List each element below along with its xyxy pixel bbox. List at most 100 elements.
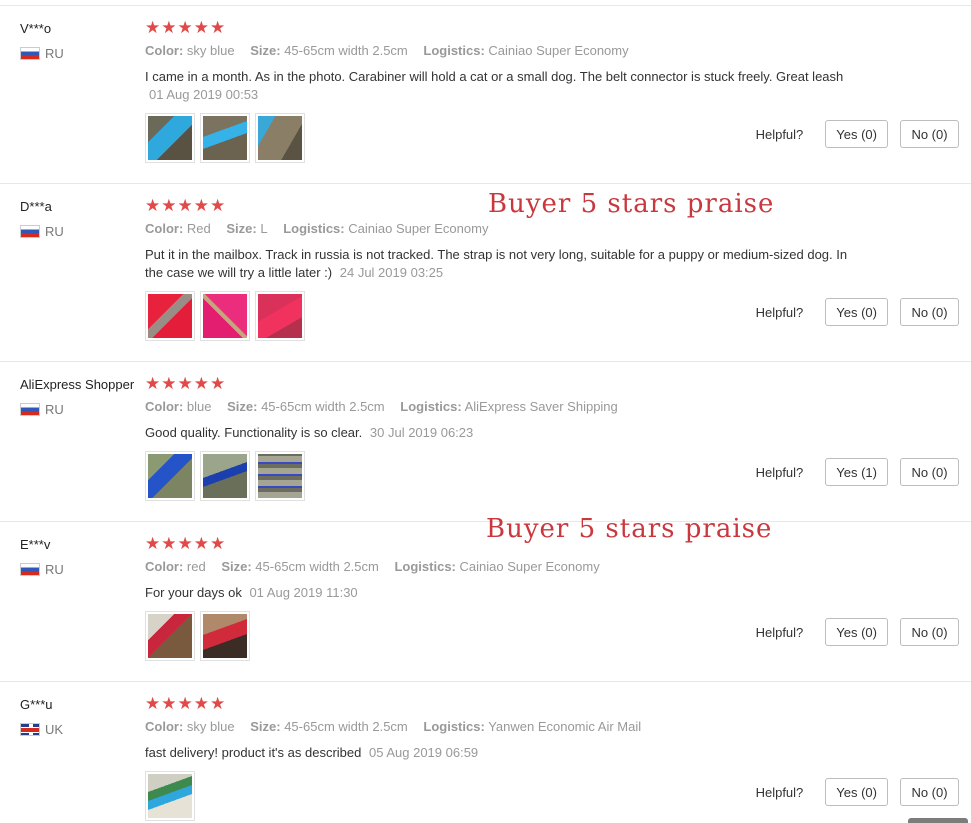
review-photo[interactable]: [200, 291, 250, 341]
review-date: 01 Aug 2019 00:53: [149, 87, 259, 102]
review-text: I came in a month. As in the photo. Cara…: [145, 68, 855, 104]
photo-list: [145, 771, 195, 821]
country-code: RU: [45, 224, 64, 239]
flag-uk-icon: [20, 723, 40, 736]
reviewer-country: RU: [20, 224, 64, 239]
review-photo[interactable]: [145, 291, 195, 341]
review-item: G***u UK ★★★★★ Color: sky blue Size: 45-…: [0, 682, 971, 823]
review-photo[interactable]: [255, 291, 305, 341]
color-value: Red: [186, 221, 211, 236]
helpful-controls: Helpful? Yes (0) No (0): [756, 778, 959, 806]
size-key: Size:: [250, 43, 281, 58]
reviewer-name: G***u: [20, 697, 53, 712]
review-photo[interactable]: [145, 113, 195, 163]
helpful-controls: Helpful? Yes (0) No (0): [756, 298, 959, 326]
review-photo[interactable]: [200, 611, 250, 661]
flag-russia-icon: [20, 563, 40, 576]
review-photo[interactable]: [200, 451, 250, 501]
logistics-key: Logistics:: [423, 719, 485, 734]
helpful-no-button[interactable]: No (0): [900, 120, 959, 148]
flag-russia-icon: [20, 47, 40, 60]
helpful-yes-button[interactable]: Yes (0): [825, 120, 888, 148]
helpful-label: Helpful?: [755, 464, 804, 480]
country-code: RU: [45, 46, 64, 61]
reviewer-country: UK: [20, 722, 63, 737]
color-key: Color:: [145, 399, 184, 414]
logistics-value: AliExpress Saver Shipping: [464, 399, 618, 414]
logistics-value: Cainiao Super Economy: [348, 221, 489, 236]
bottom-control-edge[interactable]: [908, 818, 968, 823]
helpful-no-button[interactable]: No (0): [900, 298, 959, 326]
review-date: 01 Aug 2019 11:30: [249, 585, 358, 600]
review-date: 05 Aug 2019 06:59: [369, 745, 479, 760]
size-value: 45-65cm width 2.5cm: [284, 43, 408, 58]
review-item: V***o RU ★★★★★ Color: sky blue Size: 45-…: [0, 6, 971, 184]
review-photo[interactable]: [255, 113, 305, 163]
review-date: 30 Jul 2019 06:23: [369, 425, 474, 440]
size-value: L: [260, 221, 268, 236]
review-photo[interactable]: [200, 113, 250, 163]
reviewer-country: RU: [20, 402, 64, 417]
helpful-yes-button[interactable]: Yes (0): [825, 618, 888, 646]
helpful-label: Helpful?: [755, 624, 804, 640]
size-key: Size:: [227, 399, 258, 414]
size-value: 45-65cm width 2.5cm: [284, 719, 408, 734]
size-value: 45-65cm width 2.5cm: [261, 399, 385, 414]
flag-russia-icon: [20, 225, 40, 238]
country-code: RU: [45, 562, 64, 577]
color-key: Color:: [145, 43, 184, 58]
size-key: Size:: [221, 559, 252, 574]
photo-list: [145, 451, 305, 501]
helpful-label: Helpful?: [755, 304, 804, 320]
review-text: fast delivery! product it's as described…: [145, 744, 855, 762]
helpful-controls: Helpful? Yes (0) No (0): [756, 618, 959, 646]
order-attributes: Color: sky blue Size: 45-65cm width 2.5c…: [145, 719, 653, 734]
review-photo[interactable]: [145, 771, 195, 821]
photo-list: [145, 291, 305, 341]
review-photo[interactable]: [145, 451, 195, 501]
helpful-label: Helpful?: [755, 784, 804, 800]
color-key: Color:: [145, 221, 184, 236]
review-photo[interactable]: [145, 611, 195, 661]
review-body: Good quality. Functionality is so clear.: [145, 425, 363, 440]
helpful-no-button[interactable]: No (0): [900, 458, 959, 486]
order-attributes: Color: Red Size: L Logistics: Cainiao Su…: [145, 221, 500, 236]
logistics-value: Yanwen Economic Air Mail: [488, 719, 642, 734]
review-item: D***a RU ★★★★★ Color: Red Size: L Logist…: [0, 184, 971, 362]
size-value: 45-65cm width 2.5cm: [255, 559, 379, 574]
praise-watermark: Buyer 5 stars praise: [486, 514, 773, 544]
review-text: Good quality. Functionality is so clear.…: [145, 424, 855, 442]
helpful-yes-button[interactable]: Yes (0): [825, 298, 888, 326]
color-key: Color:: [145, 559, 184, 574]
order-attributes: Color: sky blue Size: 45-65cm width 2.5c…: [145, 43, 641, 58]
review-item: AliExpress Shopper RU ★★★★★ Color: blue …: [0, 362, 971, 522]
helpful-no-button[interactable]: No (0): [900, 778, 959, 806]
star-rating: ★★★★★: [145, 534, 227, 553]
helpful-label: Helpful?: [755, 126, 804, 142]
review-photo[interactable]: [255, 451, 305, 501]
color-key: Color:: [145, 719, 184, 734]
star-rating: ★★★★★: [145, 196, 227, 215]
helpful-controls: Helpful? Yes (1) No (0): [756, 458, 959, 486]
review-body: For your days ok: [145, 585, 242, 600]
reviewer-country: RU: [20, 46, 64, 61]
helpful-controls: Helpful? Yes (0) No (0): [756, 120, 959, 148]
helpful-yes-button[interactable]: Yes (0): [825, 778, 888, 806]
logistics-key: Logistics:: [283, 221, 345, 236]
photo-list: [145, 113, 305, 163]
review-body: Put it in the mailbox. Track in russia i…: [145, 247, 848, 280]
size-key: Size:: [226, 221, 257, 236]
praise-watermark: Buyer 5 stars praise: [488, 189, 775, 219]
review-item: E***v RU ★★★★★ Color: red Size: 45-65cm …: [0, 522, 971, 682]
review-body: I came in a month. As in the photo. Cara…: [145, 69, 844, 84]
helpful-no-button[interactable]: No (0): [900, 618, 959, 646]
logistics-key: Logistics:: [400, 399, 462, 414]
photo-list: [145, 611, 250, 661]
helpful-yes-button[interactable]: Yes (1): [825, 458, 888, 486]
star-rating: ★★★★★: [145, 374, 227, 393]
review-text: For your days ok 01 Aug 2019 11:30: [145, 584, 855, 602]
review-body: fast delivery! product it's as described: [145, 745, 362, 760]
flag-russia-icon: [20, 403, 40, 416]
order-attributes: Color: red Size: 45-65cm width 2.5cm Log…: [145, 559, 612, 574]
logistics-value: Cainiao Super Economy: [459, 559, 600, 574]
